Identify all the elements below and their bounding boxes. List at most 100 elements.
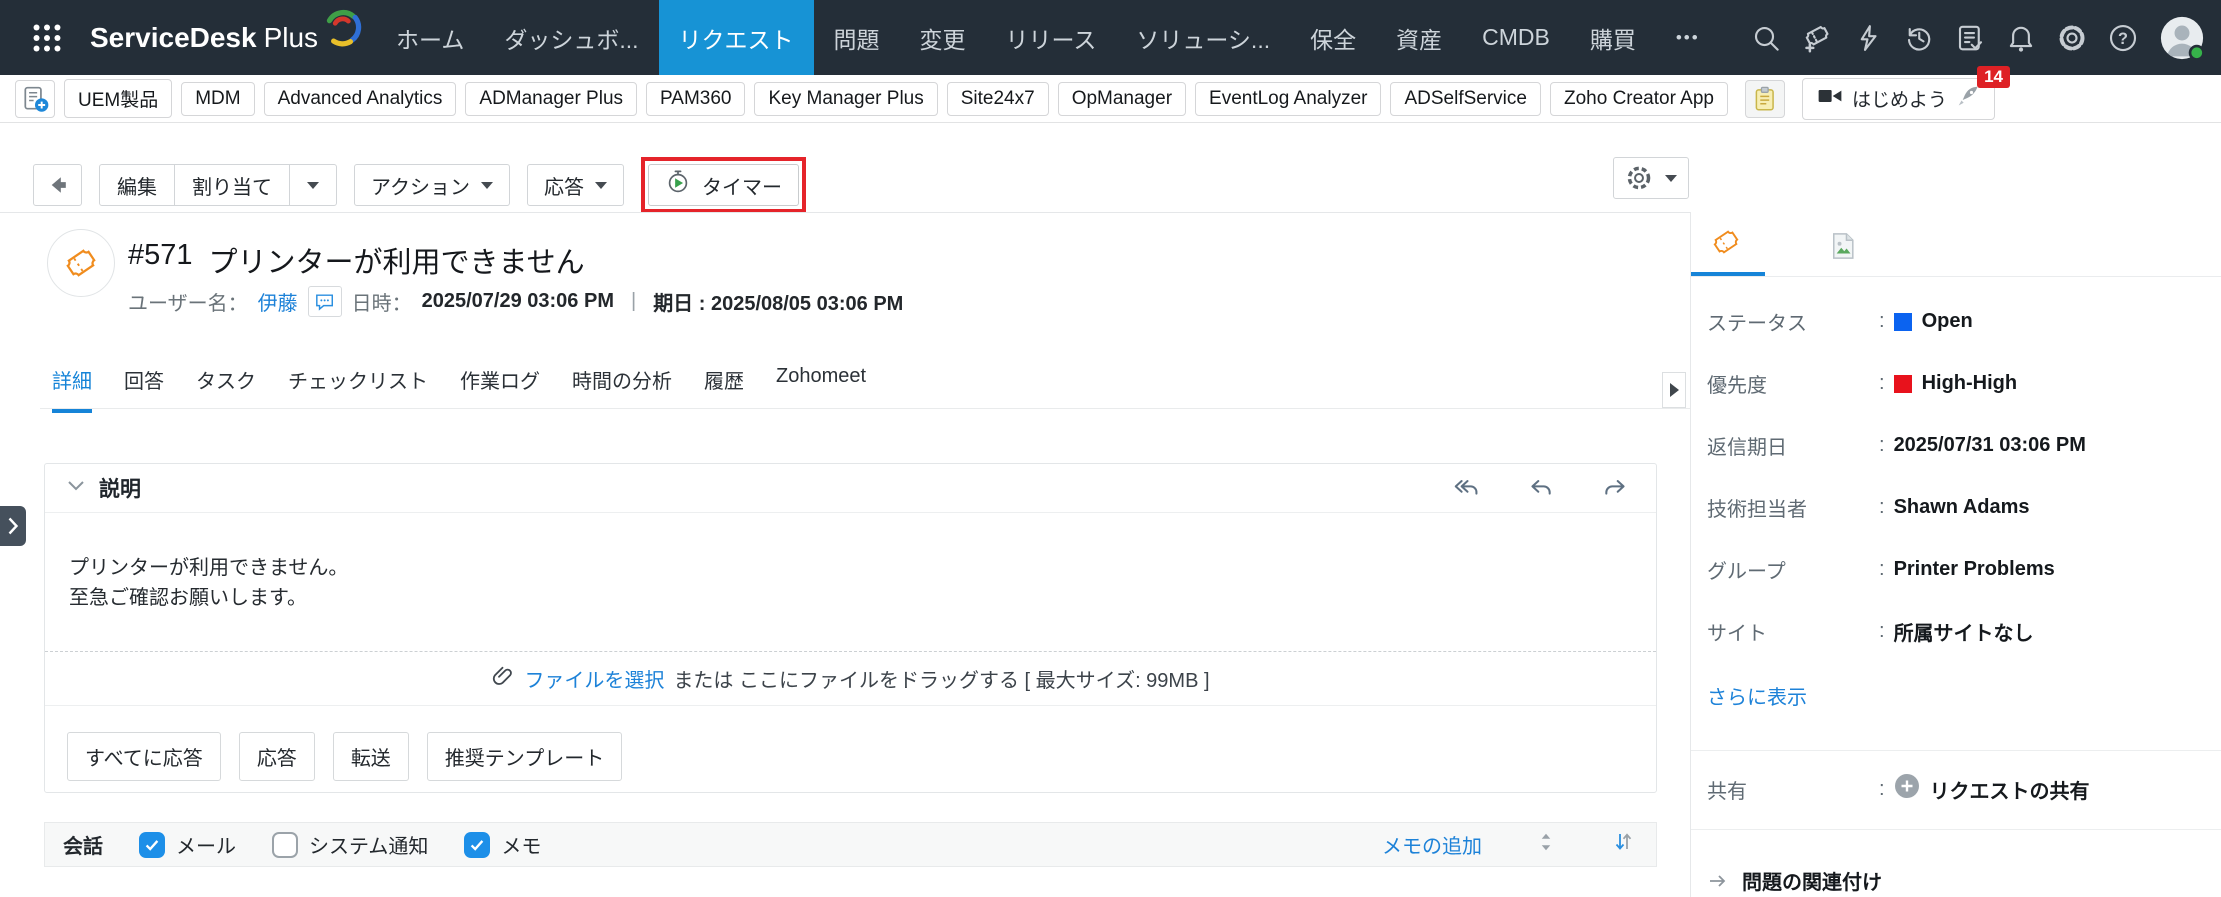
field-value: High-High — [1894, 372, 2018, 395]
actions-dropdown-button[interactable]: アクション — [354, 164, 510, 206]
app-grid-icon[interactable] — [30, 21, 64, 55]
timer-button[interactable]: タイマー — [648, 164, 799, 206]
field-colon: : — [1879, 372, 1885, 395]
nav-item-changes[interactable]: 変更 — [900, 0, 986, 75]
conversation-actions: メモの追加 — [1382, 829, 1636, 861]
add-share-icon[interactable] — [1894, 773, 1920, 805]
filter-mail[interactable]: メール — [139, 830, 236, 859]
brand-bold: ServiceDesk — [90, 22, 257, 54]
app-chip-opmanager[interactable]: OpManager — [1058, 82, 1186, 116]
nav-item-solutions[interactable]: ソリューシ... — [1116, 0, 1290, 75]
left-panel-expander[interactable] — [0, 506, 26, 546]
reply-icon[interactable] — [1526, 474, 1556, 502]
description-header-actions — [1452, 474, 1630, 502]
technician-value: Shawn Adams — [1894, 496, 2030, 519]
app-chip-adselfservice[interactable]: ADSelfService — [1390, 82, 1541, 116]
description-body: プリンターが利用できません。 至急ご確認お願いします。 — [45, 513, 1656, 651]
tab-history[interactable]: 履歴 — [704, 365, 744, 413]
requester-link[interactable]: 伊藤 — [258, 287, 298, 316]
mail-checkbox[interactable] — [139, 832, 165, 858]
collapse-chevron-icon[interactable] — [67, 479, 85, 498]
field-label: グループ — [1707, 555, 1879, 584]
choose-file-link[interactable]: ファイルを選択 — [524, 664, 664, 693]
back-button[interactable] — [33, 164, 82, 206]
user-avatar[interactable] — [2159, 15, 2205, 61]
chat-icon[interactable] — [308, 286, 342, 317]
nav-item-assets[interactable]: 資産 — [1376, 0, 1462, 75]
new-item-icon[interactable] — [15, 80, 55, 118]
quick-actions-icon[interactable] — [1853, 23, 1883, 53]
forward-button[interactable]: 転送 — [333, 732, 409, 781]
app-chip-admanager[interactable]: ADManager Plus — [465, 82, 637, 116]
history-icon[interactable] — [1904, 23, 1934, 53]
suggested-templates-button[interactable]: 推奨テンプレート — [427, 732, 622, 781]
tab-zohomeet[interactable]: Zohomeet — [776, 365, 866, 413]
forward-icon[interactable] — [1600, 474, 1630, 502]
tab-checklist[interactable]: チェックリスト — [288, 365, 428, 413]
app-chip-site24x7[interactable]: Site24x7 — [947, 82, 1049, 116]
nav-item-cmdb[interactable]: CMDB — [1462, 0, 1570, 75]
nav-item-purchase[interactable]: 購買 — [1570, 0, 1656, 75]
search-icon[interactable] — [1751, 23, 1781, 53]
tab-tasks[interactable]: タスク — [196, 365, 256, 413]
sidebar-tab-image[interactable] — [1809, 231, 1881, 276]
reply-all-icon[interactable] — [1452, 474, 1482, 502]
app-chip-zoho-creator[interactable]: Zoho Creator App — [1550, 82, 1728, 116]
assign-label: 割り当て — [192, 171, 272, 200]
filter-system-notification[interactable]: システム通知 — [272, 830, 428, 859]
reply-dropdown-button[interactable]: 応答 — [527, 164, 624, 206]
app-chip-uem[interactable]: UEM製品 — [64, 79, 172, 118]
settings-icon[interactable] — [2057, 23, 2087, 53]
app-chip-advanced-analytics[interactable]: Advanced Analytics — [264, 82, 457, 116]
app-chip-key-manager[interactable]: Key Manager Plus — [754, 82, 937, 116]
nav-label: ホーム — [396, 21, 464, 55]
share-value-wrap[interactable]: リクエストの共有 — [1894, 773, 2090, 805]
sort-order-icon[interactable] — [1610, 829, 1636, 861]
field-label: ステータス — [1707, 307, 1879, 336]
servicedesk-plus-logo[interactable]: ServiceDesk Plus — [90, 13, 362, 62]
reply-button[interactable]: 応答 — [239, 732, 315, 781]
add-note-link[interactable]: メモの追加 — [1382, 830, 1482, 859]
system-notification-checkbox[interactable] — [272, 832, 298, 858]
attachment-dropzone[interactable]: ファイルを選択 または ここにファイルをドラッグする [ 最大サイズ: 99MB… — [45, 651, 1656, 705]
notifications-icon[interactable] — [2006, 23, 2036, 53]
nav-item-home[interactable]: ホーム — [376, 0, 484, 75]
tab-time-analysis[interactable]: 時間の分析 — [572, 365, 672, 413]
tasks-icon[interactable] — [1955, 23, 1985, 53]
add-request-icon[interactable] — [1802, 23, 1832, 53]
getting-started-button[interactable]: はじめよう 14 — [1802, 78, 1995, 120]
app-chip-eventlog[interactable]: EventLog Analyzer — [1195, 82, 1381, 116]
chevron-down-icon — [1665, 175, 1677, 182]
tab-scroll-right-button[interactable] — [1662, 372, 1686, 408]
nav-item-requests[interactable]: リクエスト — [659, 0, 814, 75]
tab-resolution[interactable]: 回答 — [124, 365, 164, 413]
reply-all-button[interactable]: すべてに応答 — [67, 732, 221, 781]
edit-button[interactable]: 編集 — [100, 165, 174, 205]
nav-label: 保全 — [1310, 21, 1356, 55]
page-settings-dropdown[interactable] — [1613, 157, 1689, 199]
svg-text:?: ? — [2118, 29, 2128, 47]
tab-details[interactable]: 詳細 — [52, 365, 92, 413]
expand-collapse-icon[interactable] — [1534, 830, 1558, 860]
help-icon[interactable]: ? — [2108, 23, 2138, 53]
nav-item-problems[interactable]: 問題 — [814, 0, 900, 75]
share-request-label[interactable]: リクエストの共有 — [1930, 775, 2090, 804]
nav-overflow-menu[interactable]: ••• — [1656, 0, 1720, 75]
nav-item-maintenance[interactable]: 保全 — [1290, 0, 1376, 75]
app-chip-mdm[interactable]: MDM — [181, 82, 254, 116]
sidebar-tab-properties[interactable] — [1691, 227, 1765, 276]
filter-note[interactable]: メモ — [464, 830, 541, 859]
description-card: 説明 プリンターが利用できません。 至急ご確認お願いします。 — [44, 463, 1657, 793]
note-checkbox[interactable] — [464, 832, 490, 858]
assign-dropdown-button[interactable] — [289, 165, 336, 205]
field-colon: : — [1879, 558, 1885, 581]
assign-button[interactable]: 割り当て — [174, 165, 289, 205]
associate-problem-link[interactable]: 問題の関連付け — [1707, 866, 2205, 895]
overflow-dots: ••• — [1676, 28, 1700, 48]
clipboard-icon[interactable] — [1745, 80, 1785, 118]
nav-item-releases[interactable]: リリース — [986, 0, 1117, 75]
show-more-link[interactable]: さらに表示 — [1707, 681, 1807, 710]
nav-item-dashboard[interactable]: ダッシュボ... — [484, 0, 658, 75]
app-chip-pam360[interactable]: PAM360 — [646, 82, 745, 116]
tab-worklog[interactable]: 作業ログ — [460, 365, 540, 413]
